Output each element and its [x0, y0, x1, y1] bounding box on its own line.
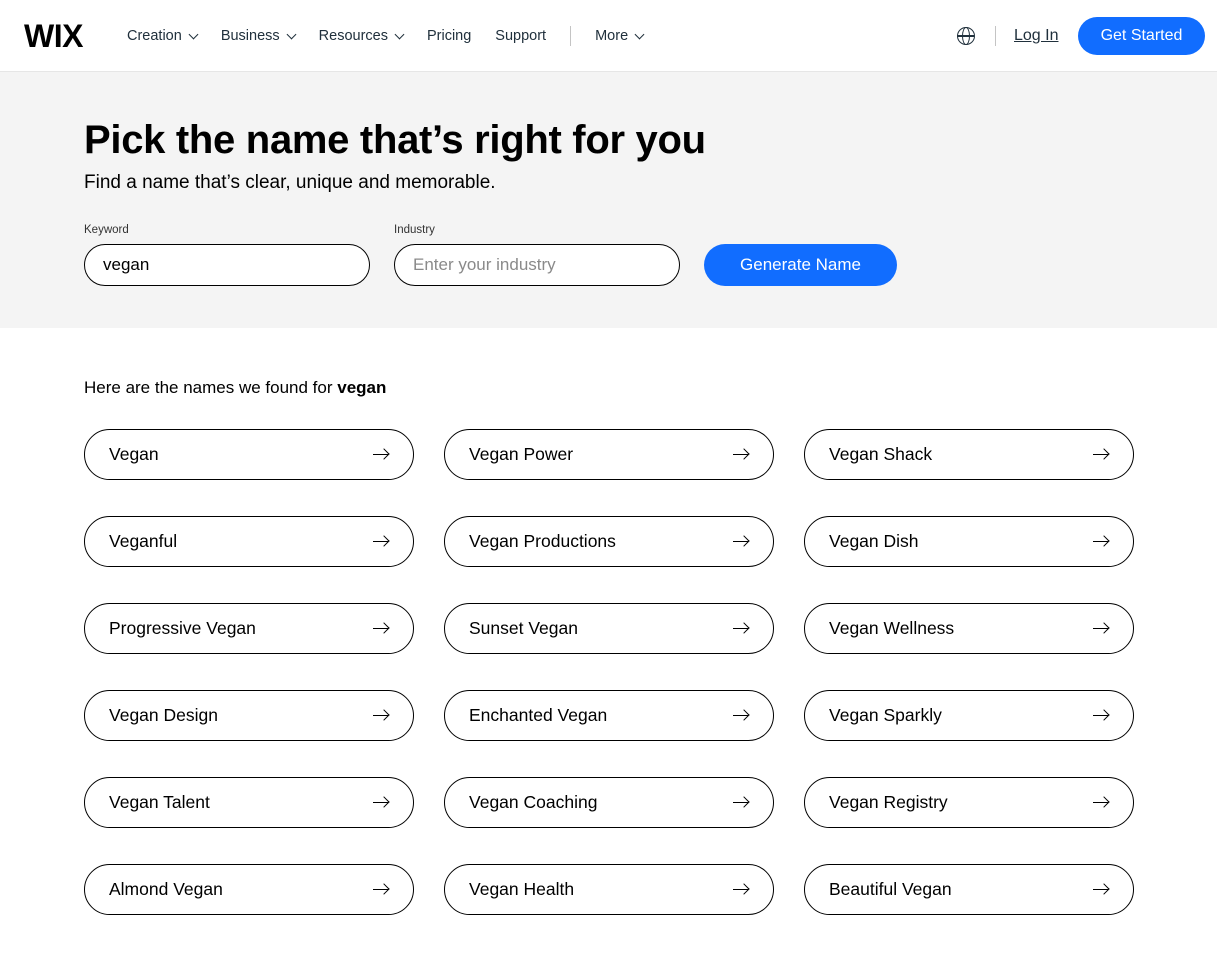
name-suggestion[interactable]: Vegan Design: [84, 690, 414, 741]
arrow-right-icon: [1093, 709, 1109, 723]
arrow-right-icon: [373, 709, 389, 723]
name-suggestion-label: Enchanted Vegan: [469, 705, 608, 725]
name-suggestion-label: Vegan Talent: [109, 792, 210, 812]
nav-item-label: Resources: [318, 28, 388, 44]
name-results-grid: Vegan Vegan Power Vegan Shack Veganful V…: [84, 429, 1134, 915]
arrow-right-icon: [733, 622, 749, 636]
name-suggestion[interactable]: Vegan Dish: [804, 516, 1134, 567]
name-suggestion-label: Vegan Dish: [829, 531, 919, 551]
chevron-down-icon: [634, 29, 645, 39]
arrow-right-icon: [373, 448, 389, 462]
arrow-right-icon: [733, 883, 749, 897]
arrow-right-icon: [1093, 448, 1109, 462]
nav-item-pricing[interactable]: Pricing: [427, 28, 471, 44]
name-suggestion[interactable]: Sunset Vegan: [444, 603, 774, 654]
chevron-down-icon: [286, 29, 297, 39]
globe-icon[interactable]: [957, 26, 975, 45]
arrow-right-icon: [1093, 883, 1109, 897]
name-suggestion[interactable]: Vegan: [84, 429, 414, 480]
arrow-right-icon: [1093, 535, 1109, 549]
name-suggestion-label: Vegan Wellness: [829, 618, 955, 638]
name-suggestion[interactable]: Vegan Health: [444, 864, 774, 915]
header-divider: [995, 26, 996, 46]
name-suggestion-label: Vegan Power: [469, 444, 574, 464]
results-caption-keyword: vegan: [337, 378, 387, 397]
chevron-down-icon: [188, 29, 199, 39]
arrow-right-icon: [1093, 622, 1109, 636]
name-suggestion-label: Vegan Sparkly: [829, 705, 942, 725]
arrow-right-icon: [733, 535, 749, 549]
nav-item-resources[interactable]: Resources: [318, 28, 405, 44]
name-suggestion[interactable]: Vegan Registry: [804, 777, 1134, 828]
name-suggestion[interactable]: Vegan Wellness: [804, 603, 1134, 654]
name-suggestion[interactable]: Vegan Coaching: [444, 777, 774, 828]
nav-item-business[interactable]: Business: [220, 28, 297, 44]
generate-name-button[interactable]: Generate Name: [704, 244, 897, 286]
keyword-label: Keyword: [84, 224, 129, 236]
name-suggestion[interactable]: Vegan Power: [444, 429, 774, 480]
name-suggestion-label: Progressive Vegan: [109, 618, 256, 638]
arrow-right-icon: [373, 535, 389, 549]
arrow-right-icon: [1093, 796, 1109, 810]
arrow-right-icon: [373, 622, 389, 636]
name-suggestion[interactable]: Vegan Productions: [444, 516, 774, 567]
page-title: Pick the name that’s right for you: [84, 118, 706, 162]
industry-label: Industry: [394, 224, 435, 236]
name-suggestion-label: Vegan: [109, 444, 159, 464]
arrow-right-icon: [733, 448, 749, 462]
results-caption-prefix: Here are the names we found for: [84, 378, 338, 397]
keyword-input[interactable]: [84, 244, 370, 286]
name-suggestion-label: Veganful: [109, 531, 178, 551]
name-suggestion-label: Vegan Registry: [829, 792, 948, 812]
nav-item-creation[interactable]: Creation: [127, 28, 199, 44]
name-suggestion[interactable]: Vegan Talent: [84, 777, 414, 828]
arrow-right-icon: [733, 796, 749, 810]
name-suggestion-label: Vegan Health: [469, 879, 575, 899]
nav-item-label: Pricing: [426, 28, 472, 44]
name-suggestion-label: Vegan Shack: [829, 444, 933, 464]
name-suggestion-label: Sunset Vegan: [469, 618, 578, 638]
get-started-button[interactable]: Get Started: [1078, 17, 1205, 55]
name-suggestion[interactable]: Vegan Sparkly: [804, 690, 1134, 741]
name-generator-hero: Pick the name that’s right for you Find …: [0, 72, 1217, 328]
name-suggestion-label: Almond Vegan: [109, 879, 223, 899]
name-suggestion-label: Vegan Coaching: [469, 792, 598, 812]
name-suggestion-label: Beautiful Vegan: [829, 879, 952, 899]
name-suggestion[interactable]: Veganful: [84, 516, 414, 567]
wix-logo[interactable]: WIX: [24, 17, 83, 55]
page-subtitle: Find a name that’s clear, unique and mem…: [84, 172, 496, 193]
name-suggestion[interactable]: Enchanted Vegan: [444, 690, 774, 741]
site-header: WIX Creation Business Resources Pricing …: [0, 0, 1217, 72]
name-suggestion-label: Vegan Design: [109, 705, 218, 725]
nav-item-label: More: [595, 28, 629, 44]
chevron-down-icon: [394, 29, 405, 39]
industry-input[interactable]: [394, 244, 680, 286]
nav-item-more[interactable]: More: [595, 28, 645, 44]
nav-item-label: Creation: [127, 28, 182, 44]
name-suggestion[interactable]: Progressive Vegan: [84, 603, 414, 654]
name-suggestion[interactable]: Vegan Shack: [804, 429, 1134, 480]
arrow-right-icon: [373, 883, 389, 897]
name-suggestion[interactable]: Almond Vegan: [84, 864, 414, 915]
nav-item-label: Business: [220, 28, 280, 44]
login-link[interactable]: Log In: [1014, 26, 1058, 46]
nav-item-label: Support: [495, 28, 547, 44]
arrow-right-icon: [373, 796, 389, 810]
name-suggestion-label: Vegan Productions: [469, 531, 616, 551]
nav-divider: [570, 26, 572, 46]
nav-item-support[interactable]: Support: [495, 28, 546, 44]
name-suggestion[interactable]: Beautiful Vegan: [804, 864, 1134, 915]
main-nav: Creation Business Resources Pricing Supp…: [127, 0, 667, 72]
results-caption: Here are the names we found for vegan: [84, 377, 386, 399]
arrow-right-icon: [733, 709, 749, 723]
